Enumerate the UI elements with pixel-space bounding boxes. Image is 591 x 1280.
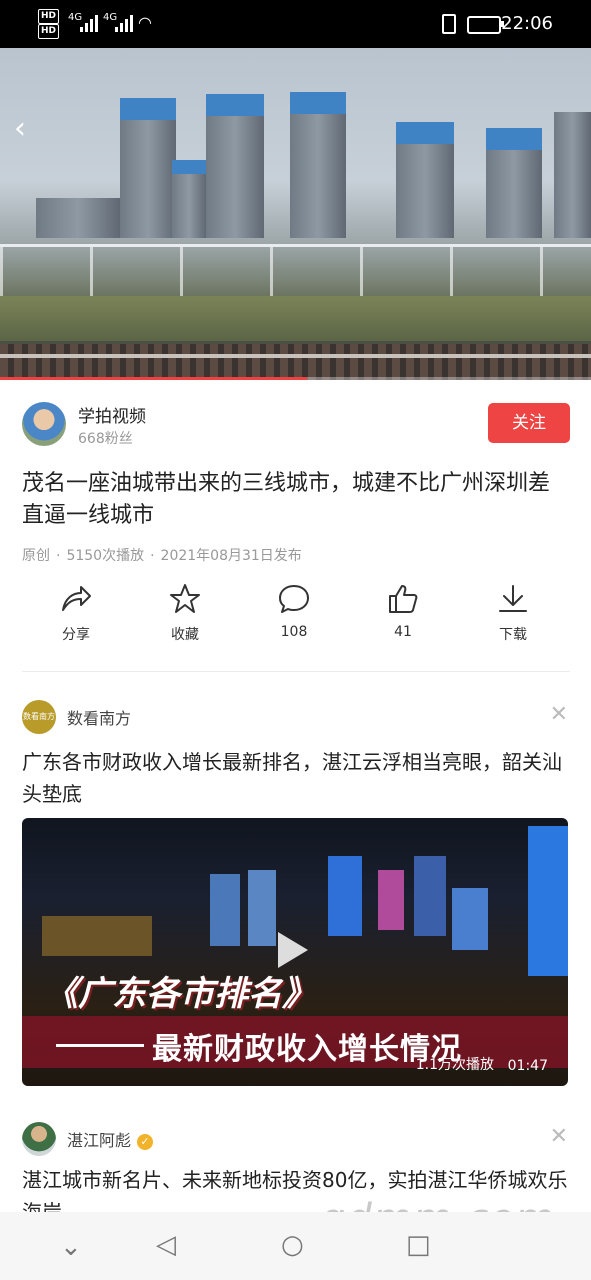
author-row: 学拍视频 668粉丝 关注 bbox=[22, 400, 570, 448]
signal-icon-1 bbox=[80, 14, 98, 32]
home-icon[interactable]: ○ bbox=[281, 1230, 304, 1260]
vibrate-icon bbox=[442, 14, 456, 34]
video-progress-bar[interactable] bbox=[0, 377, 591, 380]
rec-source-avatar[interactable] bbox=[22, 1122, 56, 1156]
action-bar: 分享 收藏 108 41 下载 bbox=[22, 582, 570, 652]
play-icon[interactable] bbox=[278, 932, 308, 968]
thumb-dash bbox=[56, 1044, 144, 1047]
system-nav-bar: ⌄ ◁ ○ □ bbox=[0, 1212, 591, 1280]
clock: 22:06 bbox=[501, 13, 553, 34]
verified-icon: ✓ bbox=[137, 1134, 154, 1150]
rec-source-row: 湛江阿彪 ✓ ✕ bbox=[22, 1122, 570, 1158]
star-icon bbox=[170, 584, 200, 613]
like-button[interactable]: 41 bbox=[363, 582, 443, 640]
hd-badge-2: HD bbox=[38, 24, 60, 39]
tower bbox=[528, 826, 568, 976]
hd-badge-1: HD bbox=[38, 9, 60, 24]
meta-date: 2021年08月31日发布 bbox=[160, 548, 302, 564]
rec-source-row: 数看南方 数看南方 ✕ bbox=[22, 700, 570, 736]
thumb-heading: 《广东各市排名》 bbox=[44, 974, 316, 1014]
author-avatar[interactable] bbox=[22, 402, 66, 446]
building bbox=[172, 160, 206, 238]
grass-strip bbox=[0, 296, 591, 341]
rail-fence bbox=[0, 244, 591, 297]
building bbox=[396, 122, 454, 238]
author-name[interactable]: 学拍视频 bbox=[78, 402, 146, 427]
meta-plays: 5150次播放 bbox=[66, 548, 145, 564]
favorite-label: 收藏 bbox=[171, 627, 199, 643]
sim-indicators: HD HD bbox=[38, 9, 60, 39]
signal-icon-2 bbox=[115, 14, 133, 32]
close-icon[interactable]: ✕ bbox=[550, 704, 568, 726]
like-icon bbox=[389, 585, 418, 613]
building bbox=[206, 94, 264, 238]
rec-source-name-text: 湛江阿彪 bbox=[67, 1131, 132, 1150]
share-button[interactable]: 分享 bbox=[36, 582, 116, 644]
thumb-duration: 01:47 bbox=[507, 1058, 548, 1074]
back-arrow-icon[interactable]: ‹ bbox=[14, 114, 42, 144]
rec-source-name[interactable]: 湛江阿彪 ✓ bbox=[67, 1127, 154, 1151]
share-label: 分享 bbox=[62, 627, 90, 643]
status-bar: HD HD 4G 4G ◠ 22:06 bbox=[0, 0, 591, 48]
video-meta: 原创 · 5150次播放 · 2021年08月31日发布 bbox=[22, 548, 302, 564]
rec-source-avatar[interactable]: 数看南方 bbox=[22, 700, 56, 734]
collapse-icon[interactable]: ⌄ bbox=[60, 1232, 82, 1262]
city-lights bbox=[42, 916, 152, 956]
building bbox=[36, 198, 120, 238]
tower bbox=[378, 870, 404, 930]
video-title: 茂名一座油城带出来的三线城市，城建不比广州深圳差直逼一线城市 bbox=[22, 471, 551, 528]
share-icon bbox=[62, 586, 91, 611]
follow-button[interactable]: 关注 bbox=[488, 403, 570, 443]
building bbox=[120, 98, 176, 238]
author-fans: 668粉丝 bbox=[78, 431, 133, 447]
section-divider bbox=[22, 671, 570, 672]
comment-count: 108 bbox=[280, 624, 308, 640]
close-icon[interactable]: ✕ bbox=[550, 1126, 568, 1148]
tower bbox=[452, 888, 488, 950]
comment-icon bbox=[279, 585, 309, 613]
tower bbox=[210, 874, 240, 946]
recents-icon[interactable]: □ bbox=[406, 1230, 431, 1260]
rec-title[interactable]: 广东各市财政收入增长最新排名，湛江云浮相当亮眼，韶关汕头垫底 bbox=[22, 746, 570, 810]
video-player[interactable]: ‹ bbox=[0, 48, 591, 380]
tower bbox=[414, 856, 446, 936]
meta-original: 原创 bbox=[22, 548, 50, 564]
building bbox=[554, 112, 591, 238]
video-progress-fill bbox=[0, 377, 308, 380]
download-button[interactable]: 下载 bbox=[473, 582, 553, 644]
back-nav-icon[interactable]: ◁ bbox=[156, 1230, 176, 1260]
favorite-button[interactable]: 收藏 bbox=[145, 582, 225, 644]
battery-icon bbox=[467, 16, 504, 34]
building bbox=[290, 92, 346, 238]
like-count: 41 bbox=[394, 624, 412, 640]
rec-source-name[interactable]: 数看南方 bbox=[67, 705, 131, 729]
download-icon bbox=[499, 585, 527, 612]
tower bbox=[328, 856, 362, 936]
thumb-play-count: 1.1万次播放 bbox=[415, 1057, 494, 1073]
comment-button[interactable]: 108 bbox=[254, 582, 334, 640]
download-label: 下载 bbox=[499, 627, 527, 643]
tower bbox=[248, 870, 276, 946]
wifi-icon: ◠ bbox=[138, 13, 152, 32]
railway-track bbox=[0, 344, 591, 380]
rec-video-thumbnail[interactable]: 《广东各市排名》 最新财政收入增长情况 1.1万次播放 01:47 bbox=[22, 818, 568, 1086]
building bbox=[486, 128, 542, 238]
